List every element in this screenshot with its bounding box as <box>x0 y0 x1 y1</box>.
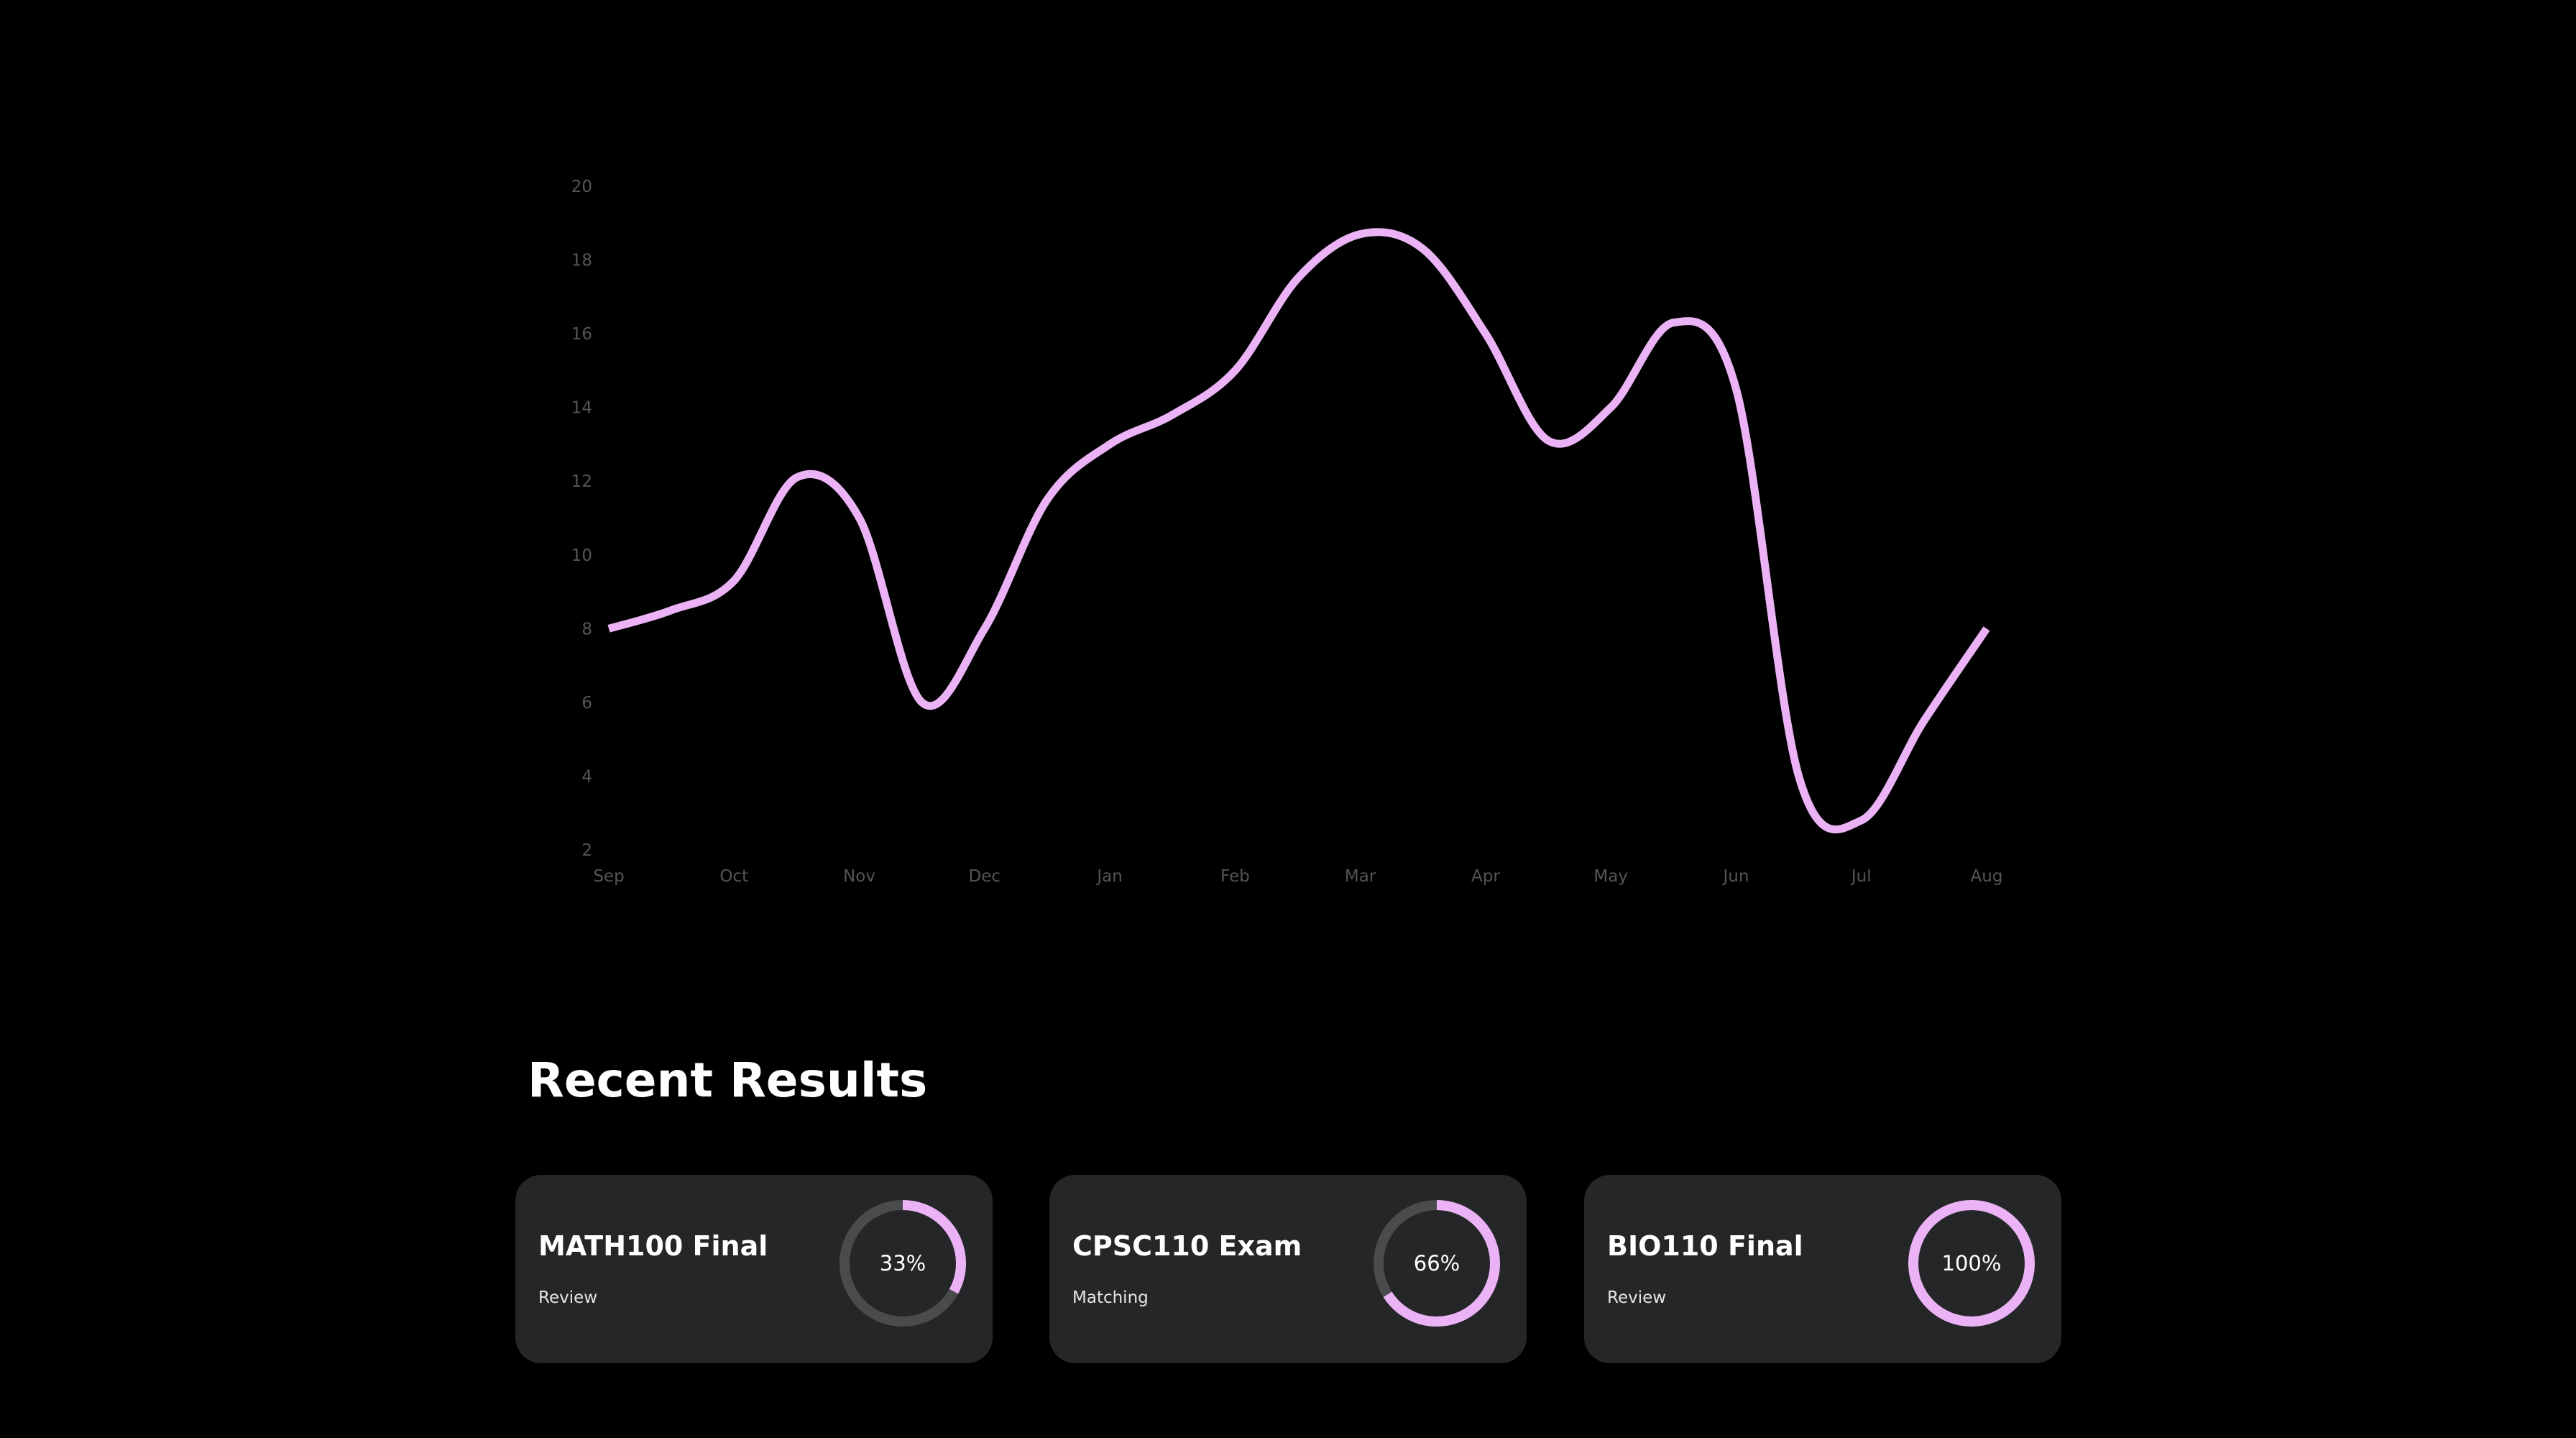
x-axis: Sep Oct Nov Dec Jan Feb Mar Apr May Jun Jul Aug <box>593 867 2002 886</box>
card-subtitle: Review <box>1607 1288 1667 1307</box>
x-tick-label: Sep <box>593 867 624 886</box>
progress-percent: 33% <box>879 1251 926 1276</box>
x-tick-label: Jan <box>1095 867 1122 886</box>
page: 2 4 6 8 10 12 14 16 18 20 Sep Oct Nov Dec Jan Feb Mar Ap… <box>0 0 2576 1438</box>
y-tick-label: 10 <box>571 546 592 565</box>
x-tick-label: Apr <box>1471 867 1500 886</box>
card-title: MATH100 Final <box>538 1230 768 1262</box>
y-tick-label: 6 <box>581 694 592 713</box>
y-tick-label: 20 <box>571 178 592 196</box>
y-tick-label: 14 <box>571 399 592 418</box>
series-line <box>607 228 1990 834</box>
x-tick-label: Dec <box>969 867 1001 886</box>
series-group <box>607 228 1990 834</box>
y-tick-label: 18 <box>571 252 592 270</box>
progress-ring: 100% <box>1905 1196 2038 1330</box>
y-axis: 2 4 6 8 10 12 14 16 18 20 <box>571 178 592 860</box>
y-tick-label: 16 <box>571 325 592 344</box>
progress-line-chart: 2 4 6 8 10 12 14 16 18 20 Sep Oct Nov Dec Jan Feb Mar Ap… <box>571 178 2003 886</box>
x-tick-label: Mar <box>1345 867 1376 886</box>
x-tick-label: Aug <box>1971 867 2003 886</box>
card-subtitle: Review <box>538 1288 598 1307</box>
result-card-cpsc110[interactable]: CPSC110 Exam Matching 66% <box>1049 1175 1527 1363</box>
x-tick-label: May <box>1593 867 1628 886</box>
section-title: Recent Results <box>528 1053 928 1108</box>
card-title: CPSC110 Exam <box>1072 1230 1302 1262</box>
x-tick-label: Jul <box>1850 867 1872 886</box>
x-tick-label: Nov <box>843 867 875 886</box>
progress-percent: 100% <box>1941 1251 2002 1276</box>
x-tick-label: Jun <box>1721 867 1749 886</box>
progress-ring: 66% <box>1370 1196 1504 1330</box>
progress-percent: 66% <box>1413 1251 1460 1276</box>
y-tick-label: 2 <box>581 841 592 860</box>
card-subtitle: Matching <box>1072 1288 1149 1307</box>
y-tick-label: 8 <box>581 620 592 638</box>
y-tick-label: 12 <box>571 472 592 491</box>
y-tick-label: 4 <box>581 767 592 786</box>
x-tick-label: Feb <box>1220 867 1250 886</box>
progress-ring: 33% <box>836 1196 970 1330</box>
result-card-math100[interactable]: MATH100 Final Review 33% <box>515 1175 993 1363</box>
result-card-bio110[interactable]: BIO110 Final Review 100% <box>1584 1175 2061 1363</box>
x-tick-label: Oct <box>719 867 748 886</box>
card-title: BIO110 Final <box>1607 1230 1803 1262</box>
